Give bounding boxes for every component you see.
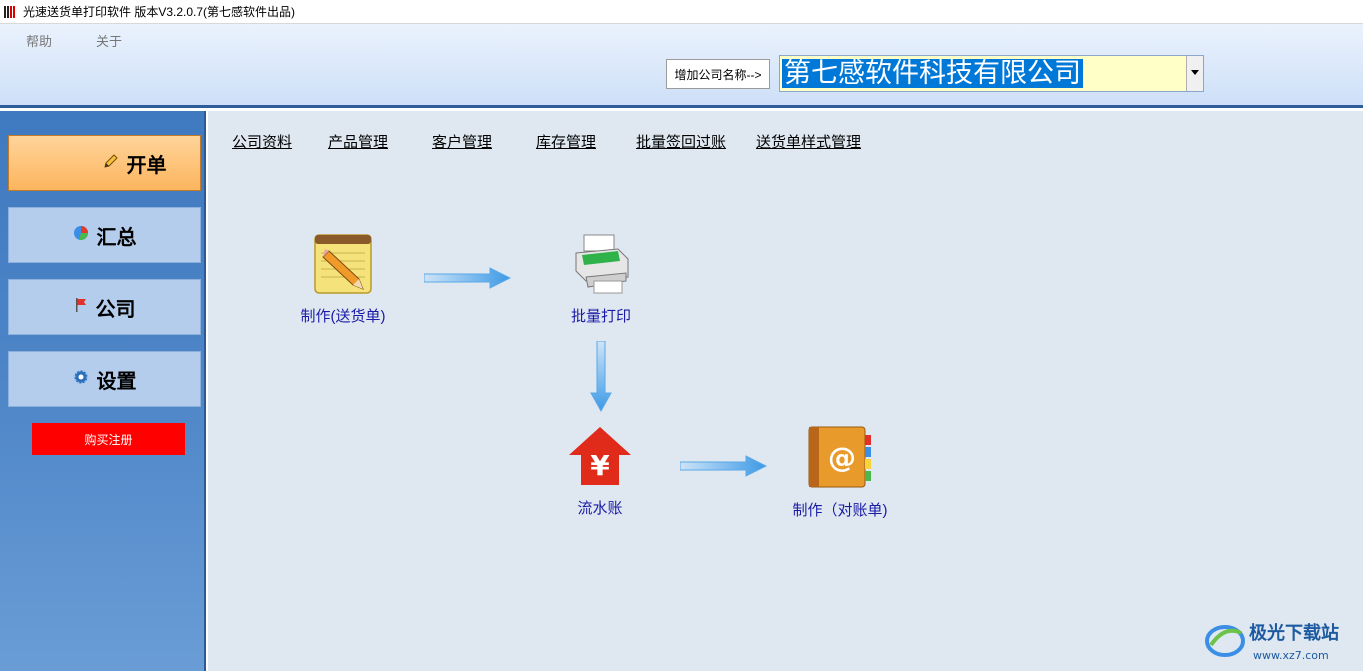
sidebar-item-label: 汇总 [96,226,137,249]
sidebar-item-label: 公司 [95,298,136,321]
company-select-value: 第七感软件科技有限公司 [782,58,1083,89]
address-book-icon: @ [808,426,871,488]
app-icon [4,5,18,19]
arrow-down-icon [590,341,612,413]
tab-batch-signback[interactable]: 批量签回过账 [636,131,726,152]
arrow-right-icon [680,455,768,477]
company-select[interactable]: 第七感软件科技有限公司 [779,55,1204,92]
tab-delivery-template[interactable]: 送货单样式管理 [756,131,861,152]
buy-register-button[interactable]: 购买注册 [32,423,185,455]
sidebar-item-label: 开单 [126,154,167,177]
make-delivery-label: 制作(送货单) [300,308,386,325]
make-delivery-item[interactable]: 制作(送货单) [288,231,398,326]
notepad-pencil-icon [314,234,372,294]
gear-icon [73,368,89,391]
header: 帮助 关于 增加公司名称--> 第七感软件科技有限公司 [0,24,1363,108]
title-bar: 光速送货单打印软件 版本V3.2.0.7(第七感软件出品) [0,0,1363,24]
svg-text:@: @ [828,441,856,474]
main-content: 公司资料 产品管理 客户管理 库存管理 批量签回过账 送货单样式管理 制作(送货… [208,111,1363,671]
sidebar-item-summary[interactable]: 汇总 [8,207,201,263]
ledger-item[interactable]: ¥ 流水账 [560,425,640,518]
menu-bar: 帮助 关于 [26,31,122,50]
pie-chart-icon [73,224,89,247]
watermark-url: www.xz7.com [1253,649,1329,662]
ledger-label: 流水账 [577,500,623,517]
flag-icon [74,296,88,319]
svg-text:¥: ¥ [590,449,610,482]
menu-item-about[interactable]: 关于 [96,31,122,50]
tab-inventory-management[interactable]: 库存管理 [536,131,596,152]
sidebar-item-create-order[interactable]: 开单 [8,135,201,191]
sidebar-item-company[interactable]: 公司 [8,279,201,335]
pencil-icon [103,152,119,175]
make-statement-item[interactable]: @ 制作（对账单) [778,425,902,520]
printer-icon [575,234,629,294]
yuan-house-icon: ¥ [569,427,631,485]
add-company-button[interactable]: 增加公司名称--> [666,59,770,89]
batch-print-item[interactable]: 批量打印 [556,231,646,326]
tab-product-management[interactable]: 产品管理 [328,131,388,152]
sidebar-item-settings[interactable]: 设置 [8,351,201,407]
tab-customer-management[interactable]: 客户管理 [432,131,492,152]
sidebar-item-label: 设置 [96,370,137,393]
tab-company-info[interactable]: 公司资料 [232,131,292,152]
chevron-down-icon[interactable] [1186,56,1203,91]
arrow-right-icon [424,267,512,289]
watermark-logo: 极光下载站 www.xz7.com [1203,615,1353,665]
batch-print-label: 批量打印 [570,308,631,325]
sidebar: 开单 汇总 公司 设置 购买注册 [0,111,206,671]
make-statement-label: 制作（对账单) [792,502,888,519]
watermark-name: 极光下载站 [1249,622,1339,644]
menu-item-help[interactable]: 帮助 [26,31,52,50]
window-title: 光速送货单打印软件 版本V3.2.0.7(第七感软件出品) [23,5,296,19]
